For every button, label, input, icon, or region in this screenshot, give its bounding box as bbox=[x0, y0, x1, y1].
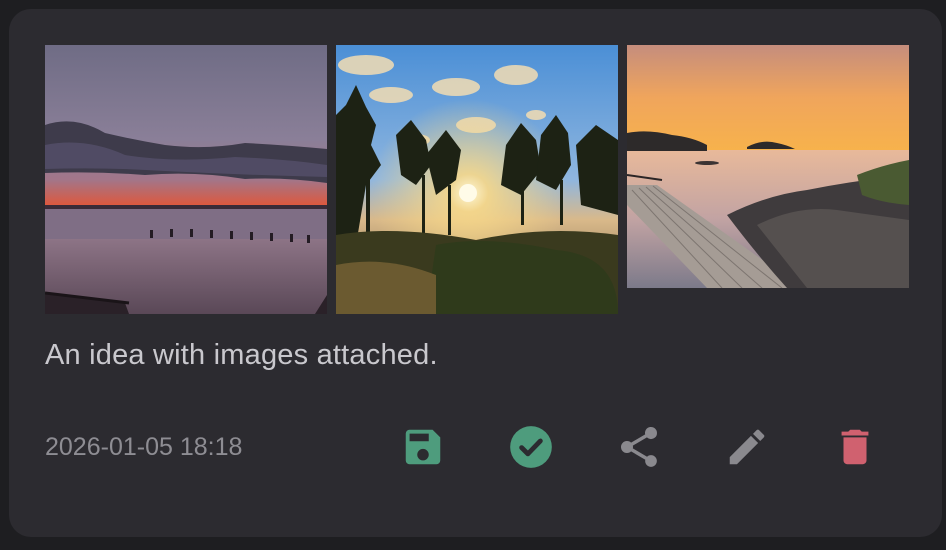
check-circle-icon bbox=[510, 426, 552, 468]
delete-button[interactable] bbox=[829, 421, 881, 473]
attached-image-2[interactable] bbox=[336, 45, 618, 314]
note-card[interactable]: An idea with images attached. 2026-01-05… bbox=[9, 9, 942, 537]
trash-icon bbox=[841, 429, 869, 465]
attached-image-3[interactable] bbox=[627, 45, 909, 288]
save-icon bbox=[405, 429, 441, 465]
note-text: An idea with images attached. bbox=[45, 339, 438, 371]
pencil-icon bbox=[729, 429, 765, 465]
save-button[interactable] bbox=[397, 421, 449, 473]
share-button[interactable] bbox=[613, 421, 665, 473]
edit-button[interactable] bbox=[721, 421, 773, 473]
attached-image-1[interactable] bbox=[45, 45, 327, 314]
note-timestamp: 2026-01-05 18:18 bbox=[45, 433, 243, 461]
mark-done-button[interactable] bbox=[505, 421, 557, 473]
share-icon bbox=[620, 426, 658, 467]
